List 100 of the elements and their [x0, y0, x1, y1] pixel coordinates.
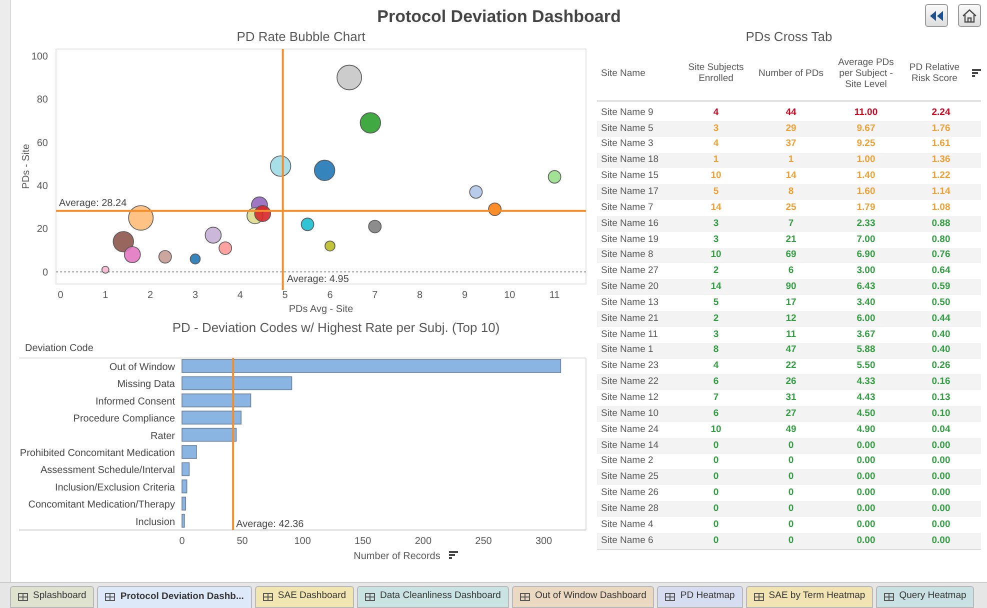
y-axis-title: Deviation Code	[25, 343, 94, 354]
value-cell-text: 22	[784, 359, 798, 374]
value-cell-text: 0.50	[930, 296, 952, 310]
site-name-cell-text: Site Name 21	[600, 312, 660, 326]
y-tick-label: 60	[36, 138, 48, 149]
value-cell-text: 5.50	[856, 359, 876, 374]
bubble[interactable]	[128, 205, 154, 231]
value-cell-text: 4.50	[856, 406, 876, 421]
value-cell-text: 2.24	[930, 106, 952, 120]
bubble[interactable]	[314, 160, 336, 181]
sheet-tab[interactable]: Data Cleanliness Dashboard	[357, 586, 509, 608]
value-cell-text: 31	[784, 390, 798, 405]
value-cell-text: 3.00	[856, 264, 876, 278]
site-name-cell-text: Site Name 3	[600, 137, 654, 152]
bubble[interactable]	[112, 231, 134, 252]
value-cell-text: 17	[784, 296, 798, 310]
bar[interactable]	[182, 462, 190, 476]
x-tick-label: 6	[327, 290, 333, 301]
bubble[interactable]	[190, 254, 201, 264]
bar[interactable]	[182, 428, 237, 442]
site-name-cell-text: Site Name 5	[600, 122, 654, 136]
value-cell-text: 21	[784, 232, 798, 247]
site-name-cell-text: Site Name 11	[600, 328, 659, 342]
y-tick-label: 80	[36, 94, 48, 106]
bubble[interactable]	[218, 241, 232, 255]
value-cell-text: 6	[787, 264, 795, 278]
value-cell-text: 3	[712, 122, 720, 136]
value-cell-text: 90	[784, 280, 798, 294]
x-tick-label: 8	[417, 290, 423, 301]
grid-icon	[884, 592, 894, 600]
value-cell-text: 3.40	[856, 296, 876, 310]
sheet-tab[interactable]: Query Heatmap	[876, 586, 974, 608]
grid-icon	[665, 592, 676, 600]
value-cell-text: 0	[712, 502, 720, 516]
sheet-tab[interactable]: PD Heatmap	[657, 586, 743, 608]
value-cell-text: 11.00	[853, 106, 879, 120]
bar[interactable]	[182, 376, 292, 390]
site-name-cell-text: Site Name 19	[600, 232, 660, 247]
y-axis-title: PDs - Site	[21, 144, 32, 189]
value-cell-text: 47	[784, 343, 798, 358]
x-tick-label: 11	[549, 290, 560, 301]
bubble[interactable]	[368, 220, 382, 234]
bubble[interactable]	[124, 246, 141, 264]
value-cell-text: 0	[712, 486, 720, 500]
value-cell-text: 0	[712, 454, 720, 468]
sheet-tab[interactable]: SAE Dashboard	[254, 586, 354, 608]
bubble[interactable]	[469, 185, 483, 199]
bubble[interactable]	[204, 226, 222, 244]
site-name-cell-text: Site Name 1	[600, 343, 654, 358]
value-cell-text: 49	[784, 422, 798, 437]
site-name-cell-text: Site Name 28	[600, 502, 660, 516]
x-axis-title: PDs Avg - Site	[288, 304, 354, 315]
value-cell-text: 27	[784, 406, 798, 421]
x-tick-label: 0	[179, 536, 185, 547]
value-cell-text: 0.10	[930, 406, 952, 421]
value-cell-text: 0.76	[930, 248, 952, 262]
bar[interactable]	[182, 496, 186, 510]
rewind-button[interactable]	[925, 4, 948, 27]
grid-icon	[262, 592, 273, 600]
value-cell-text: 4	[712, 106, 720, 120]
crosstab-title: PDs Cross Tab	[744, 28, 834, 46]
chart-title: PD Rate Bubble Chart	[236, 28, 366, 46]
bubble[interactable]	[158, 250, 172, 264]
bar[interactable]	[182, 514, 185, 528]
bubble[interactable]	[360, 112, 381, 134]
home-button[interactable]	[958, 4, 981, 27]
value-cell-text: 4	[712, 137, 720, 152]
sheet-tab[interactable]: Out of Window Dashboard	[512, 586, 654, 608]
sort-icon[interactable]	[449, 551, 458, 559]
site-name-cell-text: Site Name 6	[600, 534, 654, 548]
bubble[interactable]	[300, 218, 314, 232]
value-cell-text: 14	[784, 169, 798, 184]
value-cell-text: 0.00	[856, 518, 876, 532]
bubble[interactable]	[548, 170, 562, 184]
value-cell-text: 0.00	[930, 502, 952, 516]
x-tick-label: 5	[282, 290, 288, 301]
value-cell-text: 0	[787, 518, 795, 532]
site-name-cell-text: Site Name 23	[600, 359, 660, 374]
bubble[interactable]	[488, 202, 502, 216]
value-cell-text: 4	[712, 359, 720, 374]
sheet-tab[interactable]: Splashboard	[10, 586, 94, 608]
category-label: Procedure Compliance	[73, 414, 175, 425]
bubble[interactable]	[102, 266, 110, 274]
bubble[interactable]	[270, 155, 292, 177]
value-cell-text: 0	[712, 518, 720, 532]
value-cell-text: 6	[712, 406, 720, 421]
sheet-tab[interactable]: SAE by Term Heatmap	[746, 586, 874, 608]
value-cell-text: 10	[710, 248, 722, 262]
sort-icon[interactable]	[972, 69, 981, 77]
column-header: PD Relative Risk Score	[908, 62, 961, 84]
value-cell-text: 0.00	[930, 438, 952, 453]
x-tick-label: 2	[148, 290, 154, 301]
sheet-tab[interactable]: Protocol Deviation Dashb...	[97, 586, 252, 608]
x-tick-label: 300	[535, 536, 552, 547]
site-name-cell-text: Site Name 14	[600, 438, 660, 453]
chart-title: PD - Deviation Codes w/ Highest Rate per Subj. (Top 10)	[171, 319, 501, 337]
grid-icon	[105, 593, 116, 601]
bubble[interactable]	[254, 205, 271, 222]
bubble[interactable]	[336, 64, 362, 90]
value-cell-text: 1.00	[856, 153, 876, 168]
